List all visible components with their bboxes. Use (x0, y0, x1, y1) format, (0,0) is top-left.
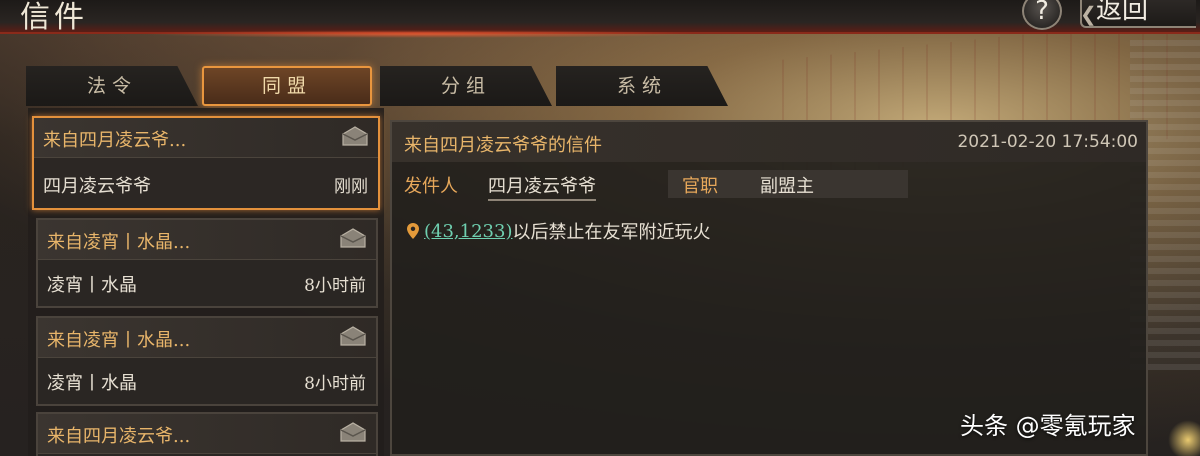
mail-item-from: 来自凌宵丨水晶... (47, 330, 191, 351)
mail-detail-title: 来自四月凌云爷爷的信件 (404, 135, 602, 156)
mail-item-header: 来自凌宵丨水晶... (38, 318, 376, 358)
mail-item-time: 8小时前 (304, 374, 366, 394)
sender-label: 发件人 (404, 176, 458, 197)
mail-item-sender: 凌宵丨水晶 (47, 373, 137, 394)
coordinate-link[interactable]: (43,1233) (424, 221, 512, 242)
back-arrow-icon: ❮ (1080, 2, 1097, 26)
mail-item-time: 8小时前 (304, 276, 366, 296)
mail-item-header: 来自四月凌云爷... (38, 414, 376, 454)
sender-name-link[interactable]: 四月凌云爷爷 (488, 172, 596, 201)
mail-item-time: 刚刚 (334, 177, 368, 197)
tab-system[interactable]: 系统 (556, 66, 728, 106)
envelope-icon (342, 126, 368, 146)
mail-item[interactable]: 来自凌宵丨水晶... 凌宵丨水晶 8小时前 (36, 316, 378, 406)
envelope-icon (340, 422, 366, 442)
back-button[interactable]: ❮ 返回 (1080, 0, 1196, 28)
tab-group[interactable]: 分组 (380, 66, 552, 106)
mail-item-from: 来自凌宵丨水晶... (47, 232, 191, 253)
corner-glow (1168, 420, 1200, 456)
position-value: 副盟主 (760, 176, 814, 197)
mail-item-from: 来自四月凌云爷... (47, 426, 191, 447)
mail-item-sender: 凌宵丨水晶 (47, 275, 137, 296)
mail-item-from: 来自四月凌云爷... (43, 130, 187, 151)
mail-message-text: 以后禁止在友军附近玩火 (512, 222, 711, 243)
back-label: 返回 (1096, 0, 1149, 25)
top-bar-glow (140, 30, 700, 38)
mail-item[interactable]: 来自四月凌云爷... (36, 412, 378, 456)
mail-detail-date: 2021-02-20 17:54:00 (957, 132, 1138, 152)
position-label: 官职 (682, 176, 718, 197)
tab-decree[interactable]: 法令 (26, 66, 198, 106)
mail-body: (43,1233) 以后禁止在友军附近玩火 (406, 218, 710, 244)
mail-item-header: 来自四月凌云爷... (34, 118, 378, 158)
page-title: 信件 (20, 0, 88, 35)
mail-item[interactable]: 来自凌宵丨水晶... 凌宵丨水晶 8小时前 (36, 218, 378, 308)
tab-alliance[interactable]: 同盟 (202, 66, 372, 106)
mail-item[interactable]: 来自四月凌云爷... 四月凌云爷爷 刚刚 (32, 116, 380, 210)
mail-meta-row: 发件人 四月凌云爷爷 官职 副盟主 (392, 168, 1146, 201)
location-pin-icon (407, 223, 419, 239)
watermark: 头条 @零氪玩家 (960, 412, 1136, 440)
mail-item-header: 来自凌宵丨水晶... (38, 220, 376, 260)
mail-item-sender: 四月凌云爷爷 (43, 176, 151, 197)
top-bar (0, 0, 1200, 34)
mail-detail-header: 来自四月凌云爷爷的信件 2021-02-20 17:54:00 (392, 122, 1146, 162)
position-box: 官职 副盟主 (668, 170, 908, 198)
envelope-icon (340, 228, 366, 248)
envelope-icon (340, 326, 366, 346)
